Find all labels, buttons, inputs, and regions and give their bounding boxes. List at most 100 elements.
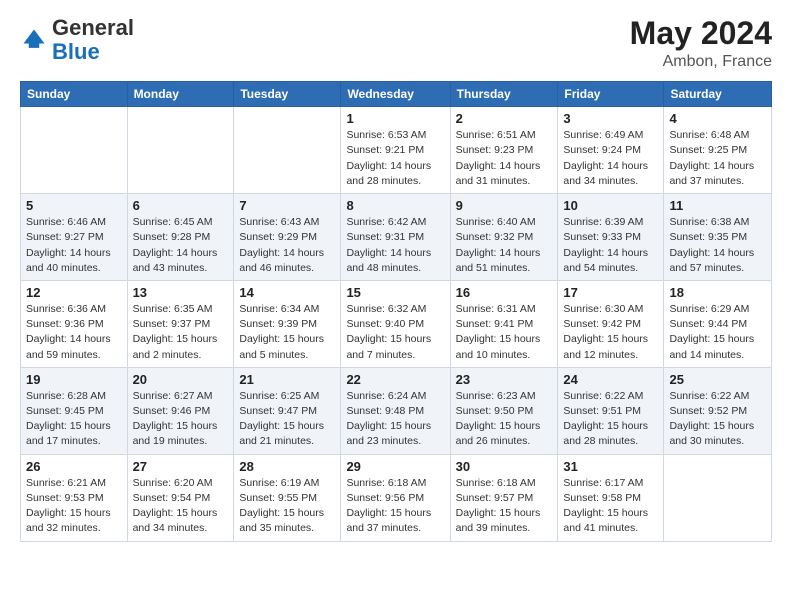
- header: General Blue May 2024 Ambon, France: [20, 16, 772, 71]
- day-info: Sunrise: 6:30 AMSunset: 9:42 PMDaylight:…: [563, 302, 658, 363]
- day-info: Sunrise: 6:17 AMSunset: 9:58 PMDaylight:…: [563, 476, 658, 537]
- day-number: 3: [563, 111, 658, 126]
- calendar-week-row: 26Sunrise: 6:21 AMSunset: 9:53 PMDayligh…: [21, 454, 772, 541]
- calendar-cell: 25 Sunrise: 6:22 AMSunset: 9:52 PMDayligh…: [664, 367, 772, 454]
- day-info: Sunrise: 6:19 AMSunset: 9:55 PMDaylight:…: [239, 476, 335, 537]
- calendar-cell: 26Sunrise: 6:21 AMSunset: 9:53 PMDayligh…: [21, 454, 128, 541]
- calendar-header-row: SundayMondayTuesdayWednesdayThursdayFrid…: [21, 82, 772, 107]
- location: Ambon, France: [630, 53, 772, 71]
- day-number: 23: [456, 372, 553, 387]
- logo-icon: [20, 26, 48, 54]
- calendar-cell: 20 Sunrise: 6:27 AMSunset: 9:46 PMDayligh…: [127, 367, 234, 454]
- day-number: 30: [456, 459, 553, 474]
- calendar-cell: 4 Sunrise: 6:48 AMSunset: 9:25 PMDaylight…: [664, 107, 772, 194]
- calendar-cell: 17 Sunrise: 6:30 AMSunset: 9:42 PMDayligh…: [558, 280, 664, 367]
- title-block: May 2024 Ambon, France: [630, 16, 772, 71]
- calendar-cell: [21, 107, 128, 194]
- day-number: 9: [456, 198, 553, 213]
- day-number: 7: [239, 198, 335, 213]
- logo-blue-text: Blue: [52, 39, 100, 64]
- day-number: 19: [26, 372, 122, 387]
- calendar-cell: 13Sunrise: 6:35 AMSunset: 9:37 PMDayligh…: [127, 280, 234, 367]
- calendar-cell: [127, 107, 234, 194]
- calendar-cell: 1 Sunrise: 6:53 AMSunset: 9:21 PMDaylight…: [341, 107, 450, 194]
- day-info: Sunrise: 6:18 AMSunset: 9:57 PMDaylight:…: [456, 476, 553, 537]
- day-number: 5: [26, 198, 122, 213]
- calendar-cell: 5Sunrise: 6:46 AMSunset: 9:27 PMDaylight…: [21, 194, 128, 281]
- day-info: Sunrise: 6:27 AMSunset: 9:46 PMDaylight:…: [133, 389, 229, 450]
- day-number: 16: [456, 285, 553, 300]
- calendar-cell: [234, 107, 341, 194]
- calendar-cell: 29 Sunrise: 6:18 AMSunset: 9:56 PMDayligh…: [341, 454, 450, 541]
- day-info: Sunrise: 6:49 AMSunset: 9:24 PMDaylight:…: [563, 128, 658, 189]
- day-number: 29: [346, 459, 444, 474]
- calendar-week-row: 19 Sunrise: 6:28 AMSunset: 9:45 PMDayligh…: [21, 367, 772, 454]
- day-info: Sunrise: 6:45 AMSunset: 9:28 PMDaylight:…: [133, 215, 229, 276]
- calendar-cell: 9 Sunrise: 6:40 AMSunset: 9:32 PMDaylight…: [450, 194, 558, 281]
- day-number: 12: [26, 285, 122, 300]
- day-number: 11: [669, 198, 766, 213]
- day-info: Sunrise: 6:23 AMSunset: 9:50 PMDaylight:…: [456, 389, 553, 450]
- calendar-cell: 2 Sunrise: 6:51 AMSunset: 9:23 PMDaylight…: [450, 107, 558, 194]
- day-info: Sunrise: 6:53 AMSunset: 9:21 PMDaylight:…: [346, 128, 444, 189]
- day-info: Sunrise: 6:48 AMSunset: 9:25 PMDaylight:…: [669, 128, 766, 189]
- calendar-cell: 8 Sunrise: 6:42 AMSunset: 9:31 PMDaylight…: [341, 194, 450, 281]
- day-info: Sunrise: 6:20 AMSunset: 9:54 PMDaylight:…: [133, 476, 229, 537]
- day-number: 25: [669, 372, 766, 387]
- calendar-week-row: 12Sunrise: 6:36 AMSunset: 9:36 PMDayligh…: [21, 280, 772, 367]
- col-header-friday: Friday: [558, 82, 664, 107]
- logo-general-text: General: [52, 15, 134, 40]
- logo: General Blue: [20, 16, 134, 64]
- day-info: Sunrise: 6:24 AMSunset: 9:48 PMDaylight:…: [346, 389, 444, 450]
- calendar-cell: 19 Sunrise: 6:28 AMSunset: 9:45 PMDayligh…: [21, 367, 128, 454]
- col-header-thursday: Thursday: [450, 82, 558, 107]
- day-info: Sunrise: 6:42 AMSunset: 9:31 PMDaylight:…: [346, 215, 444, 276]
- calendar-cell: 31 Sunrise: 6:17 AMSunset: 9:58 PMDayligh…: [558, 454, 664, 541]
- day-info: Sunrise: 6:35 AMSunset: 9:37 PMDaylight:…: [133, 302, 229, 363]
- day-number: 27: [133, 459, 229, 474]
- day-info: Sunrise: 6:34 AMSunset: 9:39 PMDaylight:…: [239, 302, 335, 363]
- day-info: Sunrise: 6:28 AMSunset: 9:45 PMDaylight:…: [26, 389, 122, 450]
- col-header-sunday: Sunday: [21, 82, 128, 107]
- day-info: Sunrise: 6:51 AMSunset: 9:23 PMDaylight:…: [456, 128, 553, 189]
- day-number: 22: [346, 372, 444, 387]
- day-number: 1: [346, 111, 444, 126]
- calendar-cell: 23 Sunrise: 6:23 AMSunset: 9:50 PMDayligh…: [450, 367, 558, 454]
- calendar-cell: 24Sunrise: 6:22 AMSunset: 9:51 PMDayligh…: [558, 367, 664, 454]
- day-number: 24: [563, 372, 658, 387]
- day-number: 14: [239, 285, 335, 300]
- month-year: May 2024: [630, 16, 772, 51]
- calendar-cell: 21 Sunrise: 6:25 AMSunset: 9:47 PMDayligh…: [234, 367, 341, 454]
- day-number: 20: [133, 372, 229, 387]
- col-header-monday: Monday: [127, 82, 234, 107]
- calendar-cell: 28 Sunrise: 6:19 AMSunset: 9:55 PMDayligh…: [234, 454, 341, 541]
- calendar-cell: 18 Sunrise: 6:29 AMSunset: 9:44 PMDayligh…: [664, 280, 772, 367]
- day-number: 21: [239, 372, 335, 387]
- calendar-cell: 14 Sunrise: 6:34 AMSunset: 9:39 PMDayligh…: [234, 280, 341, 367]
- day-number: 31: [563, 459, 658, 474]
- calendar-cell: 10Sunrise: 6:39 AMSunset: 9:33 PMDayligh…: [558, 194, 664, 281]
- day-info: Sunrise: 6:43 AMSunset: 9:29 PMDaylight:…: [239, 215, 335, 276]
- day-info: Sunrise: 6:22 AMSunset: 9:52 PMDaylight:…: [669, 389, 766, 450]
- day-number: 15: [346, 285, 444, 300]
- day-info: Sunrise: 6:29 AMSunset: 9:44 PMDaylight:…: [669, 302, 766, 363]
- calendar-cell: 6Sunrise: 6:45 AMSunset: 9:28 PMDaylight…: [127, 194, 234, 281]
- page: General Blue May 2024 Ambon, France Sund…: [0, 0, 792, 612]
- calendar-week-row: 5Sunrise: 6:46 AMSunset: 9:27 PMDaylight…: [21, 194, 772, 281]
- calendar-cell: 15Sunrise: 6:32 AMSunset: 9:40 PMDayligh…: [341, 280, 450, 367]
- day-number: 10: [563, 198, 658, 213]
- day-info: Sunrise: 6:40 AMSunset: 9:32 PMDaylight:…: [456, 215, 553, 276]
- day-number: 8: [346, 198, 444, 213]
- day-info: Sunrise: 6:18 AMSunset: 9:56 PMDaylight:…: [346, 476, 444, 537]
- day-number: 28: [239, 459, 335, 474]
- calendar-cell: 7 Sunrise: 6:43 AMSunset: 9:29 PMDaylight…: [234, 194, 341, 281]
- day-info: Sunrise: 6:25 AMSunset: 9:47 PMDaylight:…: [239, 389, 335, 450]
- day-number: 2: [456, 111, 553, 126]
- day-number: 18: [669, 285, 766, 300]
- calendar-cell: 30 Sunrise: 6:18 AMSunset: 9:57 PMDayligh…: [450, 454, 558, 541]
- calendar-cell: 3 Sunrise: 6:49 AMSunset: 9:24 PMDaylight…: [558, 107, 664, 194]
- calendar-cell: 16Sunrise: 6:31 AMSunset: 9:41 PMDayligh…: [450, 280, 558, 367]
- calendar-cell: [664, 454, 772, 541]
- day-number: 17: [563, 285, 658, 300]
- day-number: 4: [669, 111, 766, 126]
